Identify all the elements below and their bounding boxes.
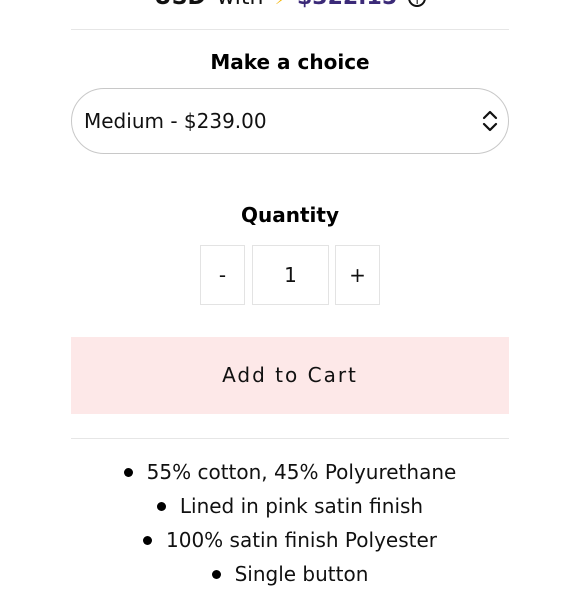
list-item: 55% cotton, 45% Polyurethane <box>0 455 580 489</box>
chevron-up-down-icon <box>482 110 498 132</box>
feature-text: Single button <box>234 562 369 586</box>
list-item: 100% satin finish Polyester <box>0 523 580 557</box>
lightning-bolt-icon: ⚡ <box>275 0 290 10</box>
add-to-cart-button[interactable]: Add to Cart <box>71 337 509 414</box>
variant-label: Make a choice <box>210 50 370 74</box>
variant-selected-value: Medium - $239.00 <box>84 109 267 133</box>
bullet-icon <box>156 501 166 511</box>
feature-text: 100% satin finish Polyester <box>166 528 437 552</box>
bullet-icon <box>143 535 152 545</box>
feature-text: 55% cotton, 45% Polyurethane <box>146 460 457 484</box>
quantity-label: Quantity <box>241 203 339 227</box>
variant-select[interactable]: Medium - $239.00 <box>71 88 509 154</box>
list-item: Lined in pink satin finish <box>0 489 580 523</box>
quantity-increment-button[interactable]: + <box>335 245 380 305</box>
with-text: with <box>217 0 264 10</box>
quantity-decrement-button[interactable]: - <box>200 245 245 305</box>
quantity-input[interactable]: 1 <box>252 245 329 305</box>
price-banner: USD with ⚡ $322.15 i <box>0 0 580 10</box>
top-divider <box>71 29 509 30</box>
bullet-icon <box>123 467 133 477</box>
info-icon[interactable]: i <box>408 0 427 7</box>
currency-text: USD <box>154 0 206 10</box>
feature-list: 55% cotton, 45% Polyurethane Lined in pi… <box>0 455 580 591</box>
bullet-icon <box>211 569 221 579</box>
feature-text: Lined in pink satin finish <box>179 494 424 518</box>
features-divider <box>71 438 509 439</box>
installment-amount: $322.15 <box>297 0 397 10</box>
list-item: Single button <box>0 557 580 591</box>
